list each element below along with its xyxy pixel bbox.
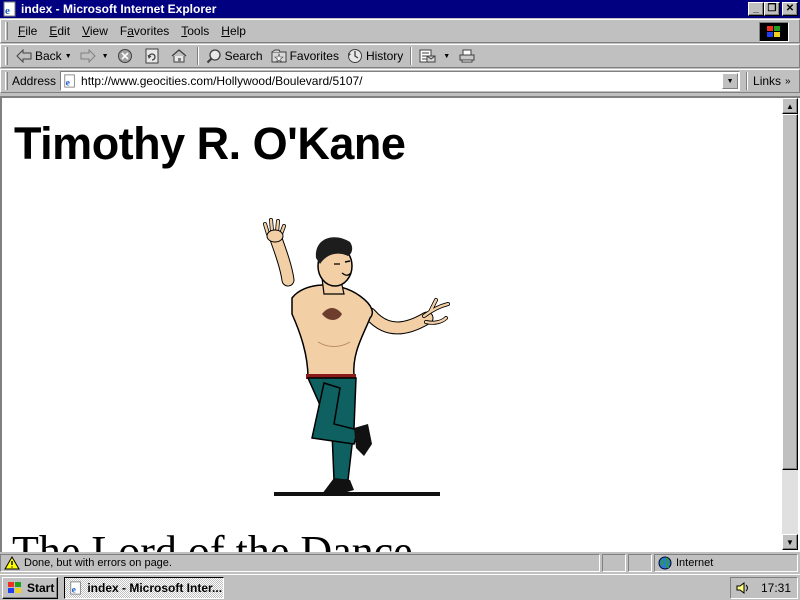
- speaker-icon[interactable]: [735, 581, 751, 595]
- back-button[interactable]: Back ▼: [12, 45, 76, 67]
- stop-icon: [117, 49, 132, 63]
- address-input[interactable]: e http://www.geocities.com/Hollywood/Bou…: [60, 71, 741, 91]
- favorites-icon: [271, 49, 287, 63]
- taskbar: Start e index - Microsoft Inter... 17:31: [0, 574, 800, 600]
- windows-logo-icon: [759, 22, 789, 42]
- status-bar: Done, but with errors on page. Internet: [0, 553, 800, 573]
- page-heading: Timothy R. O'Kane: [14, 118, 406, 169]
- mail-dropdown-icon[interactable]: ▼: [443, 53, 450, 60]
- menu-tools[interactable]: Tools: [175, 24, 215, 38]
- page-viewport: Timothy R. O'Kane The Lord of the Dance: [0, 96, 800, 552]
- globe-icon: [658, 556, 672, 570]
- ie-page-icon: e: [70, 580, 82, 595]
- scroll-up-button[interactable]: ▲: [782, 98, 798, 114]
- windows-logo-icon: [8, 581, 21, 593]
- home-button[interactable]: [167, 45, 194, 67]
- minimize-button[interactable]: _: [748, 2, 764, 16]
- forward-dropdown-icon[interactable]: ▼: [102, 53, 109, 60]
- back-dropdown-icon[interactable]: ▼: [65, 53, 72, 60]
- close-button[interactable]: ✕: [782, 2, 798, 16]
- search-button[interactable]: Search: [202, 45, 267, 67]
- history-button[interactable]: History: [343, 45, 407, 67]
- refresh-button[interactable]: [140, 45, 167, 67]
- window-title: index - Microsoft Internet Explorer: [21, 2, 217, 16]
- links-chevron-icon[interactable]: »: [785, 76, 791, 87]
- address-url: http://www.geocities.com/Hollywood/Boule…: [81, 74, 363, 88]
- warning-icon[interactable]: [4, 556, 20, 570]
- toolbar-grip[interactable]: [5, 22, 8, 40]
- toolbar-separator: [410, 47, 413, 65]
- system-tray: 17:31: [730, 577, 798, 599]
- mail-icon: [419, 49, 436, 63]
- search-icon: [206, 49, 221, 64]
- ie-page-icon: e: [3, 1, 16, 17]
- back-arrow-icon: [16, 49, 32, 63]
- svg-text:e: e: [72, 584, 77, 595]
- forward-button[interactable]: ▼: [76, 45, 113, 67]
- scroll-thumb[interactable]: [782, 114, 798, 470]
- svg-text:e: e: [66, 77, 71, 88]
- address-bar: Address e http://www.geocities.com/Holly…: [0, 69, 800, 93]
- address-label: Address: [12, 74, 57, 88]
- print-button[interactable]: [454, 45, 483, 67]
- history-icon: [347, 49, 362, 63]
- start-button[interactable]: Start: [2, 576, 59, 599]
- status-zone-panel: Internet: [654, 554, 798, 572]
- refresh-icon: [145, 48, 159, 64]
- toolbar-separator: [196, 47, 199, 65]
- vertical-scrollbar[interactable]: ▲ ▼: [782, 98, 798, 550]
- svg-text:e: e: [5, 5, 10, 17]
- menu-file[interactable]: File: [12, 24, 43, 38]
- toolbar-grip[interactable]: [5, 72, 8, 90]
- toolbar-separator: [746, 72, 749, 90]
- status-message-panel: Done, but with errors on page.: [0, 554, 600, 572]
- favorites-button[interactable]: Favorites: [267, 45, 343, 67]
- address-dropdown-button[interactable]: ▼: [722, 73, 739, 89]
- dancer-image: [263, 218, 450, 496]
- menu-view[interactable]: View: [76, 24, 114, 38]
- menu-bar: File Edit View Favorites Tools Help: [0, 19, 800, 43]
- status-zone: Internet: [676, 557, 714, 569]
- menu-edit[interactable]: Edit: [43, 24, 76, 38]
- restore-button[interactable]: ❐: [764, 2, 780, 16]
- menu-help[interactable]: Help: [215, 24, 252, 38]
- stop-button[interactable]: [113, 45, 140, 67]
- menu-favorites[interactable]: Favorites: [114, 24, 175, 38]
- title-bar[interactable]: e index - Microsoft Internet Explorer _ …: [0, 0, 800, 18]
- status-panel-progress: [602, 554, 626, 572]
- ie-page-icon: e: [64, 74, 75, 88]
- mail-button[interactable]: ▼: [415, 45, 454, 67]
- home-icon: [171, 49, 186, 63]
- toolbar-grip[interactable]: [5, 47, 8, 65]
- links-button[interactable]: Links: [753, 74, 781, 88]
- clock[interactable]: 17:31: [761, 581, 791, 595]
- taskbar-window-button[interactable]: e index - Microsoft Inter...: [64, 576, 225, 599]
- scroll-down-button[interactable]: ▼: [782, 534, 798, 550]
- page-subheading: The Lord of the Dance: [12, 527, 413, 552]
- standard-toolbar: Back ▼ ▼ Search Favorites History ▼: [0, 44, 800, 68]
- status-panel-secure: [628, 554, 652, 572]
- forward-arrow-icon: [80, 49, 96, 63]
- status-message: Done, but with errors on page.: [24, 557, 172, 569]
- print-icon: [459, 49, 475, 63]
